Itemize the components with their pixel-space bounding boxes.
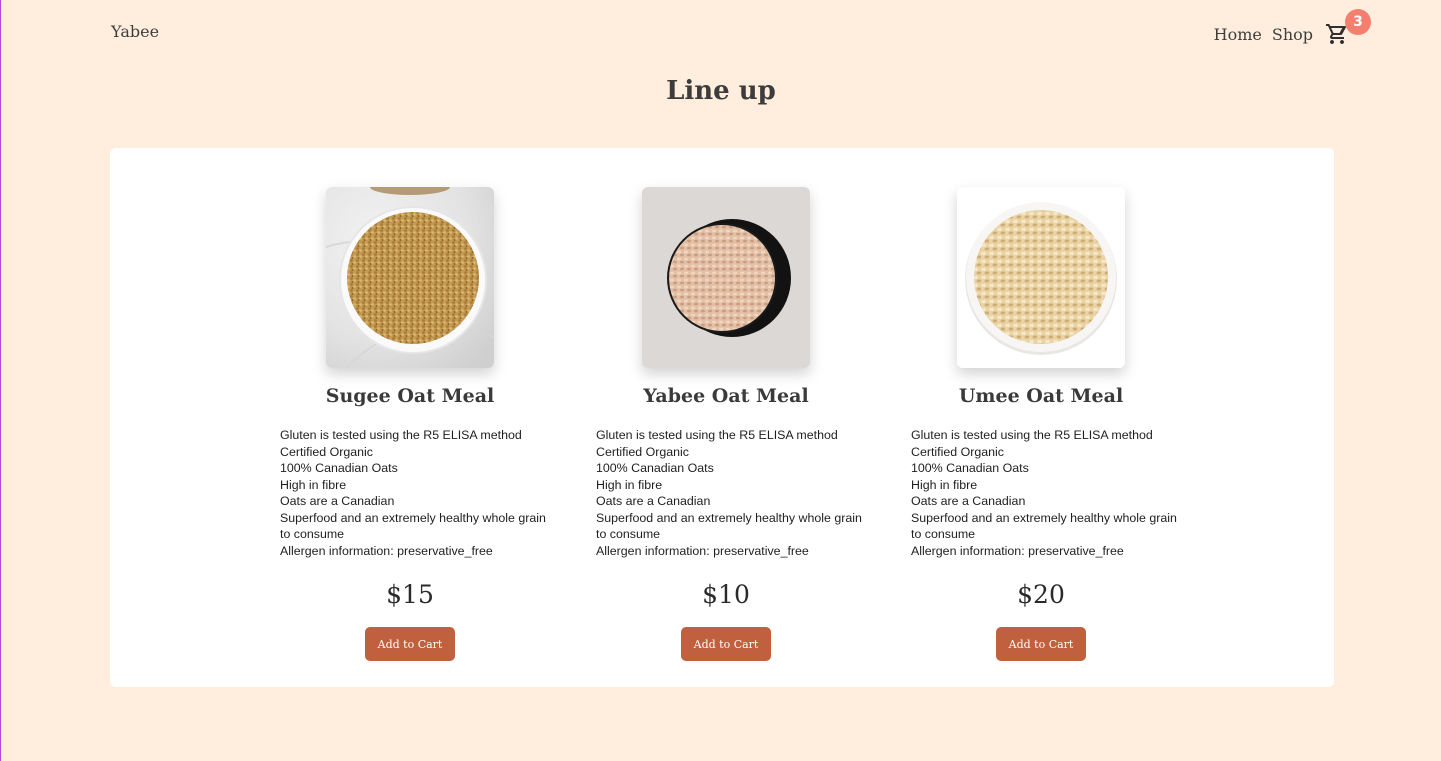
product-title: Umee Oat Meal xyxy=(958,385,1124,407)
description-line: 100% Canadian Oats xyxy=(596,461,714,475)
cart-button[interactable]: 3 xyxy=(1325,9,1371,46)
nav-links: Home Shop 3 xyxy=(1214,9,1371,46)
description-line: Superfood and an extremely healthy whole… xyxy=(596,510,862,525)
product-image-steel-cut-oats xyxy=(326,187,494,368)
description-line: Oats are a Canadian xyxy=(911,494,1026,508)
product-card: Yabee Oat Meal Gluten is tested using th… xyxy=(596,187,862,661)
description-line: 100% Canadian Oats xyxy=(911,461,1029,475)
top-navbar: Yabee Home Shop 3 xyxy=(1,0,1441,64)
add-to-cart-button[interactable]: Add to Cart xyxy=(365,627,455,661)
product-card: Umee Oat Meal Gluten is tested using the… xyxy=(911,187,1177,661)
product-description: Gluten is tested using the R5 ELISA meth… xyxy=(596,427,862,559)
product-price: $15 xyxy=(386,580,434,609)
nav-link-shop[interactable]: Shop xyxy=(1272,25,1313,44)
description-line: High in fibre xyxy=(280,477,347,492)
page-title: Line up xyxy=(666,76,776,106)
description-line: Allergen information: preservative_free xyxy=(280,543,493,558)
description-line: Allergen information: preservative_free xyxy=(911,543,1124,558)
cart-count-badge: 3 xyxy=(1345,9,1371,35)
description-line: Oats are a Canadian xyxy=(596,494,711,508)
description-line: Allergen information: preservative_free xyxy=(596,543,809,558)
description-line: 100% Canadian Oats xyxy=(280,461,398,475)
product-title: Yabee Oat Meal xyxy=(643,385,809,407)
description-line: High in fibre xyxy=(596,477,663,492)
add-to-cart-button[interactable]: Add to Cart xyxy=(681,627,771,661)
add-to-cart-button[interactable]: Add to Cart xyxy=(996,627,1086,661)
product-price: $10 xyxy=(702,580,750,609)
description-line: to consume xyxy=(596,527,661,541)
description-line: to consume xyxy=(280,527,345,541)
product-image-rolled-oats-black-bowl xyxy=(642,187,810,368)
description-line: Superfood and an extremely healthy whole… xyxy=(280,510,546,525)
description-line: Certified Organic xyxy=(596,444,689,459)
products-panel: Sugee Oat Meal Gluten is tested using th… xyxy=(110,148,1334,687)
product-card: Sugee Oat Meal Gluten is tested using th… xyxy=(280,187,546,661)
description-line: High in fibre xyxy=(911,477,978,492)
product-description: Gluten is tested using the R5 ELISA meth… xyxy=(280,427,546,559)
description-line: Certified Organic xyxy=(911,444,1004,459)
product-description: Gluten is tested using the R5 ELISA meth… xyxy=(911,427,1177,559)
description-line: Superfood and an extremely healthy whole… xyxy=(911,510,1177,525)
product-image-rolled-oats-white-bowl xyxy=(957,187,1125,368)
description-line: Gluten is tested using the R5 ELISA meth… xyxy=(911,428,1153,442)
description-line: Oats are a Canadian xyxy=(280,494,395,508)
description-line: Gluten is tested using the R5 ELISA meth… xyxy=(280,428,522,442)
product-title: Sugee Oat Meal xyxy=(325,385,495,407)
product-price: $20 xyxy=(1017,580,1065,609)
brand-logo-link[interactable]: Yabee xyxy=(111,22,159,41)
description-line: to consume xyxy=(911,527,976,541)
description-line: Gluten is tested using the R5 ELISA meth… xyxy=(596,428,838,442)
nav-link-home[interactable]: Home xyxy=(1214,25,1262,44)
description-line: Certified Organic xyxy=(280,444,373,459)
